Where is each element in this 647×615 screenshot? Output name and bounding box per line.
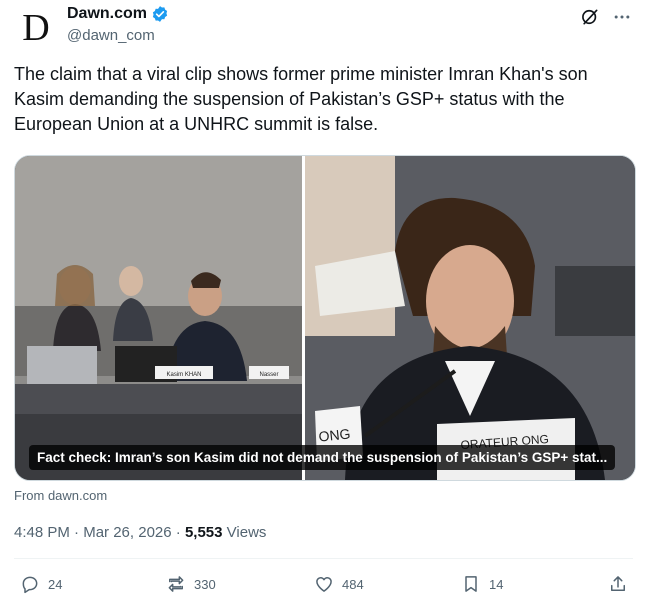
media-card[interactable]: Kasim KHAN Nasser ONG ORATEUR ONG Fact c… bbox=[14, 155, 636, 481]
heart-icon bbox=[316, 577, 332, 592]
nameplate-left-text: Kasim KHAN bbox=[166, 372, 201, 378]
verified-badge-icon bbox=[152, 6, 168, 22]
reply-count: 24 bbox=[48, 576, 63, 592]
more-icon[interactable] bbox=[611, 6, 633, 28]
share-button[interactable] bbox=[608, 574, 628, 594]
video-thumbnail: Kasim KHAN Nasser ONG ORATEUR ONG bbox=[15, 156, 635, 480]
views-count: 5,553 bbox=[184, 524, 223, 541]
like-count: 484 bbox=[342, 576, 364, 592]
grok-icon[interactable] bbox=[579, 6, 601, 28]
repost-icon bbox=[168, 576, 184, 592]
tweet-time[interactable]: 4:48 PM bbox=[14, 524, 70, 541]
avatar[interactable]: D bbox=[14, 6, 58, 50]
tweet-text: The claim that a viral clip shows former… bbox=[14, 64, 588, 134]
bookmark-count: 14 bbox=[489, 576, 504, 592]
reply-button[interactable]: 24 bbox=[20, 574, 62, 594]
bookmark-icon bbox=[465, 576, 477, 592]
divider bbox=[14, 558, 633, 559]
repost-button[interactable]: 330 bbox=[166, 574, 216, 594]
nameplate-left-2-text: Nasser bbox=[259, 372, 278, 378]
views-label: Views bbox=[226, 524, 267, 541]
avatar-letter: D bbox=[22, 7, 50, 49]
author-name-row: Dawn.com bbox=[67, 5, 169, 23]
repost-count: 330 bbox=[194, 576, 216, 592]
tweet-date[interactable]: Mar 26, 2026 bbox=[83, 524, 171, 541]
reply-icon bbox=[22, 576, 38, 594]
share-icon bbox=[611, 576, 625, 591]
action-bar: 24 330 484 14 bbox=[14, 574, 633, 602]
nameplate-right-text: ONG bbox=[318, 425, 351, 444]
bookmark-button[interactable]: 14 bbox=[461, 574, 503, 594]
meta-separator: · bbox=[74, 524, 80, 541]
like-button[interactable]: 484 bbox=[314, 574, 364, 594]
from-link[interactable]: From dawn.com bbox=[14, 488, 107, 503]
top-actions bbox=[579, 6, 633, 28]
tweet-meta: 4:48 PM · Mar 26, 2026 · 5,553 Views bbox=[14, 524, 266, 541]
media-caption: Fact check: Imran’s son Kasim did not de… bbox=[29, 445, 616, 470]
author-handle[interactable]: @dawn_com bbox=[67, 27, 155, 44]
author-display-name[interactable]: Dawn.com bbox=[67, 5, 147, 23]
meta-separator-2: · bbox=[175, 524, 181, 541]
